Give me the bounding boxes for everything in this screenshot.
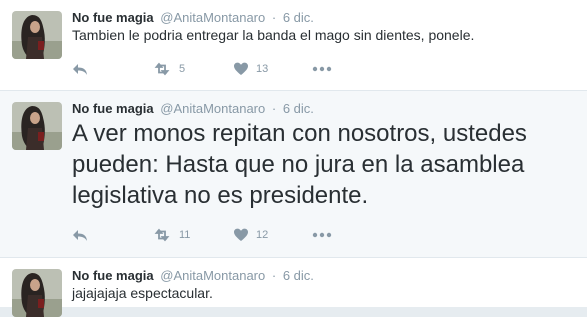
avatar[interactable]	[12, 102, 62, 150]
retweet-icon	[152, 227, 172, 243]
separator: ·	[271, 10, 277, 25]
author-handle[interactable]: @AnitaMontanaro	[160, 10, 265, 25]
author-handle[interactable]: @AnitaMontanaro	[160, 101, 265, 116]
heart-icon	[233, 227, 249, 243]
reply-icon	[72, 61, 88, 77]
retweet-button[interactable]: 11	[152, 227, 190, 243]
separator: ·	[271, 268, 277, 283]
author-name[interactable]: No fue magia	[72, 101, 154, 116]
more-button[interactable]	[312, 61, 332, 77]
tweet-date[interactable]: 6 dic.	[283, 268, 314, 283]
like-button[interactable]: 12	[233, 227, 268, 243]
author-handle[interactable]: @AnitaMontanaro	[160, 268, 265, 283]
tweet-date[interactable]: 6 dic.	[283, 101, 314, 116]
tweet-text: Tambien le podria entregar la banda el m…	[72, 27, 475, 43]
retweet-count: 11	[179, 229, 191, 241]
heart-icon	[233, 61, 249, 77]
retweet-button[interactable]: 5	[152, 61, 185, 77]
tweet-text: jajajajaja espectacular.	[72, 285, 213, 301]
tweet-date[interactable]: 6 dic.	[283, 10, 314, 25]
more-icon	[312, 227, 332, 243]
author-name[interactable]: No fue magia	[72, 268, 154, 283]
like-count: 13	[256, 63, 269, 75]
retweet-count: 5	[179, 63, 186, 75]
tweet[interactable]: No fue magia @AnitaMontanaro · 6 dic. Ta…	[0, 0, 587, 91]
tweet-header: No fue magia @AnitaMontanaro · 6 dic.	[72, 268, 314, 283]
more-icon	[312, 61, 332, 77]
more-button[interactable]	[312, 227, 332, 243]
separator: ·	[271, 101, 277, 116]
tweet-text: A ver monos repitan con nosotros, ustede…	[72, 120, 527, 209]
like-count: 12	[256, 229, 269, 241]
reply-button[interactable]	[72, 61, 88, 77]
reply-icon	[72, 227, 88, 243]
reply-button[interactable]	[72, 227, 88, 243]
tweet-header: No fue magia @AnitaMontanaro · 6 dic.	[72, 101, 314, 116]
avatar[interactable]	[12, 269, 62, 317]
avatar[interactable]	[12, 11, 62, 59]
tweet[interactable]: No fue magia @AnitaMontanaro · 6 dic. A …	[0, 91, 587, 258]
tweet[interactable]: No fue magia @AnitaMontanaro · 6 dic. ja…	[0, 258, 587, 307]
retweet-icon	[152, 61, 172, 77]
tweet-header: No fue magia @AnitaMontanaro · 6 dic.	[72, 10, 314, 25]
author-name[interactable]: No fue magia	[72, 10, 154, 25]
like-button[interactable]: 13	[233, 61, 268, 77]
